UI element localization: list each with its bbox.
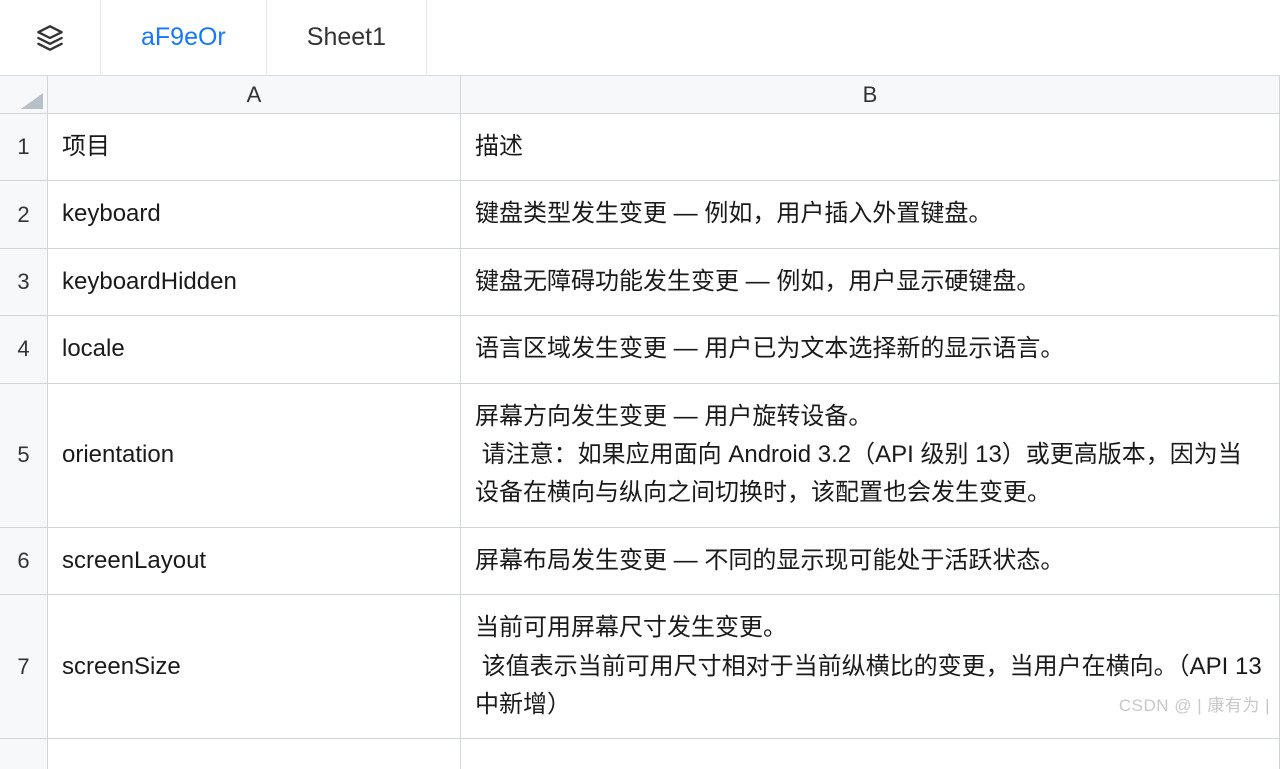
table-row: 7 screenSize 当前可用屏幕尺寸发生变更。 该值表示当前可用尺寸相对于… (0, 595, 1280, 739)
column-headers: A B (0, 76, 1280, 114)
row-header[interactable]: 5 (0, 384, 48, 528)
tab-active[interactable]: aF9eOr (101, 0, 266, 76)
table-row (0, 739, 1280, 769)
row-header[interactable]: 4 (0, 316, 48, 383)
row-header[interactable]: 1 (0, 114, 48, 181)
cell[interactable]: 键盘无障碍功能发生变更 — 例如，用户显示硬键盘。 (461, 249, 1280, 316)
row-header[interactable]: 3 (0, 249, 48, 316)
tab-separator (426, 0, 427, 76)
cell[interactable]: 当前可用屏幕尺寸发生变更。 该值表示当前可用尺寸相对于当前纵横比的变更，当用户在… (461, 595, 1280, 739)
table-row: 3 keyboardHidden 键盘无障碍功能发生变更 — 例如，用户显示硬键… (0, 249, 1280, 316)
row-header[interactable]: 7 (0, 595, 48, 739)
cell[interactable]: 描述 (461, 114, 1280, 181)
table-row: 6 screenLayout 屏幕布局发生变更 — 不同的显示现可能处于活跃状态… (0, 528, 1280, 595)
table-row: 4 locale 语言区域发生变更 — 用户已为文本选择新的显示语言。 (0, 316, 1280, 383)
cell[interactable]: 语言区域发生变更 — 用户已为文本选择新的显示语言。 (461, 316, 1280, 383)
layers-icon[interactable] (36, 24, 64, 52)
cell[interactable] (461, 739, 1280, 769)
table-row: 1 项目 描述 (0, 114, 1280, 181)
tab-label: aF9eOr (141, 23, 226, 52)
row-header[interactable]: 6 (0, 528, 48, 595)
column-header-b[interactable]: B (461, 76, 1280, 114)
select-all-corner[interactable] (0, 76, 48, 114)
tab-label: Sheet1 (307, 23, 386, 52)
column-header-label: B (863, 82, 878, 108)
cell[interactable]: 屏幕方向发生变更 — 用户旋转设备。 请注意：如果应用面向 Android 3.… (461, 384, 1280, 528)
cell[interactable]: locale (48, 316, 461, 383)
table-row: 2 keyboard 键盘类型发生变更 — 例如，用户插入外置键盘。 (0, 181, 1280, 248)
rows-container: 1 项目 描述 2 keyboard 键盘类型发生变更 — 例如，用户插入外置键… (0, 114, 1280, 769)
tab-bar: aF9eOr Sheet1 (0, 0, 1280, 76)
tab-inactive[interactable]: Sheet1 (267, 0, 426, 76)
column-header-a[interactable]: A (48, 76, 461, 114)
column-header-label: A (247, 82, 262, 108)
cell[interactable]: 键盘类型发生变更 — 例如，用户插入外置键盘。 (461, 181, 1280, 248)
cell[interactable]: orientation (48, 384, 461, 528)
cell[interactable]: screenSize (48, 595, 461, 739)
row-header[interactable] (0, 739, 48, 769)
cell[interactable]: 项目 (48, 114, 461, 181)
table-row: 5 orientation 屏幕方向发生变更 — 用户旋转设备。 请注意：如果应… (0, 384, 1280, 528)
cell[interactable]: keyboard (48, 181, 461, 248)
cell[interactable]: 屏幕布局发生变更 — 不同的显示现可能处于活跃状态。 (461, 528, 1280, 595)
cell[interactable]: keyboardHidden (48, 249, 461, 316)
cell[interactable]: screenLayout (48, 528, 461, 595)
sheet-area: A B 1 项目 描述 2 keyboard 键盘类型发生变更 — 例如，用户插… (0, 76, 1280, 769)
watermark: CSDN @ | 康有为 | (1119, 691, 1270, 716)
row-header[interactable]: 2 (0, 181, 48, 248)
cell[interactable] (48, 739, 461, 769)
